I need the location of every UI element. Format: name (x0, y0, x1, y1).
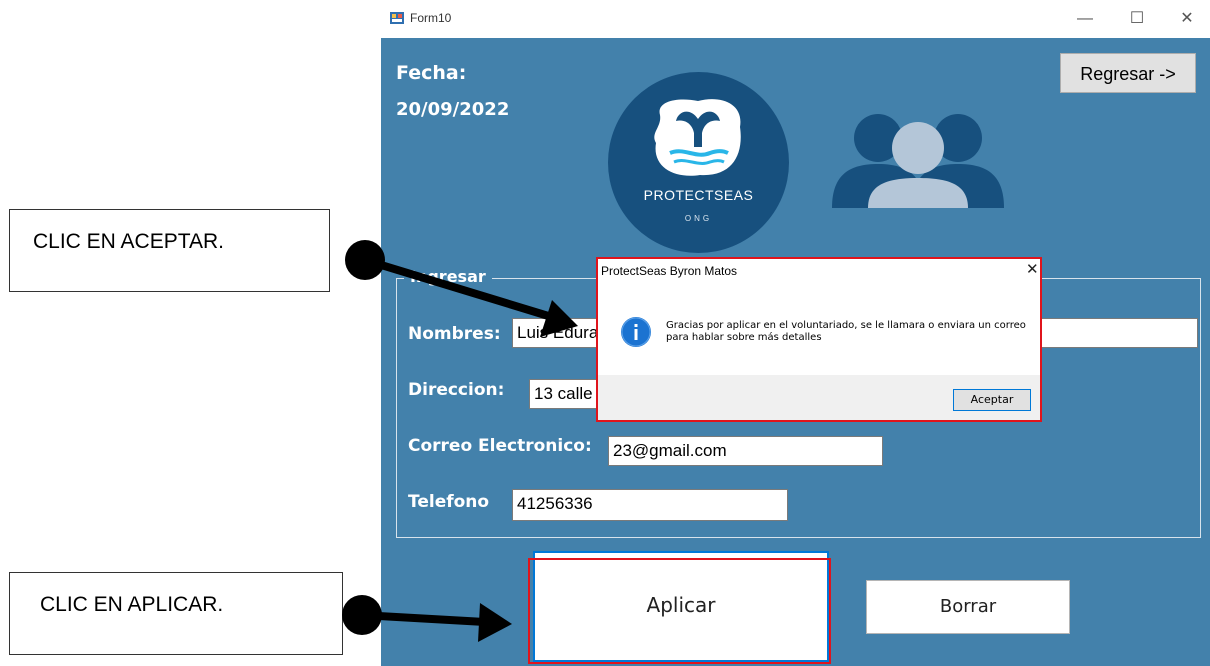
callout-aceptar: CLIC EN ACEPTAR. (9, 209, 330, 292)
logo-whale-tail-icon (654, 99, 741, 176)
minimize-button[interactable]: — (1065, 6, 1105, 32)
direccion-label: Direccion: (408, 380, 505, 400)
groupbox-label: Ingresar (404, 267, 492, 286)
close-button[interactable]: ✕ (1167, 6, 1207, 32)
telefono-label: Telefono (408, 492, 490, 512)
app-icon (390, 12, 404, 24)
borrar-button[interactable]: Borrar (866, 580, 1070, 634)
users-icon (832, 114, 1004, 208)
fecha-label: Fecha: (396, 62, 467, 84)
logo-title: PROTECTSEAS (643, 187, 754, 203)
fecha-value: 20/09/2022 (396, 99, 510, 120)
nombres-label: Nombres: (408, 324, 501, 344)
maximize-button[interactable]: ☐ (1117, 6, 1157, 32)
callout-aplicar: CLIC EN APLICAR. (9, 572, 343, 655)
telefono-input[interactable]: 41256336 (512, 489, 788, 521)
correo-label: Correo Electronico: (408, 436, 592, 456)
logo-subtitle: ONG (684, 214, 713, 223)
aplicar-highlight-box (528, 558, 831, 664)
dialog-highlight-box (596, 257, 1042, 422)
window-title: Form10 (410, 11, 452, 25)
correo-input[interactable]: 23@gmail.com (608, 436, 883, 466)
regresar-button[interactable]: Regresar -> (1060, 53, 1196, 93)
